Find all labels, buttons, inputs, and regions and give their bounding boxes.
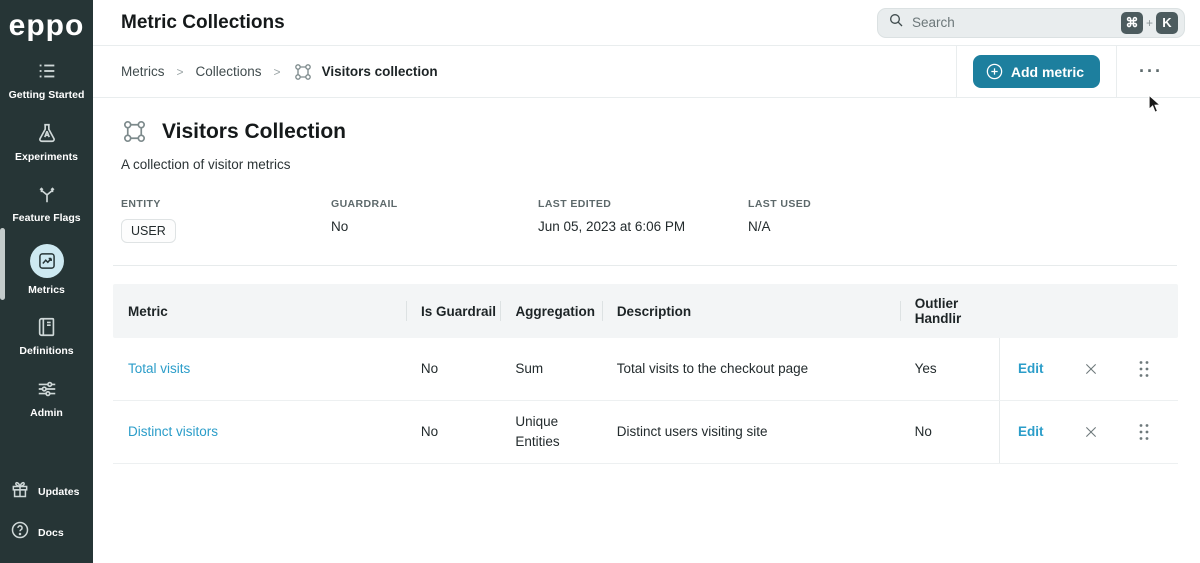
main-area: Metric Collections ⌘ + K Metrics > Colle… — [93, 0, 1200, 563]
column-header-actions — [999, 284, 1178, 338]
sidebar-item-label: Updates — [38, 486, 79, 498]
breadcrumb-metrics[interactable]: Metrics — [121, 64, 165, 79]
sliders-icon — [35, 377, 59, 401]
row-actions: Edit — [999, 401, 1178, 463]
list-icon — [35, 59, 59, 83]
meta-label-last-used: LAST USED — [748, 198, 928, 210]
remove-button[interactable] — [1083, 361, 1099, 377]
meta-value-last-edited: Jun 05, 2023 at 6:06 PM — [538, 219, 748, 234]
divider — [113, 265, 1177, 266]
breadcrumb-current: Visitors collection — [293, 62, 438, 82]
sidebar-item-metrics[interactable]: Metrics — [0, 235, 93, 307]
drag-handle[interactable] — [1138, 423, 1150, 441]
sidebar-bottom: Updates Docs — [0, 471, 93, 563]
row-actions: Edit — [999, 338, 1178, 400]
sidebar-item-label: Metrics — [28, 285, 65, 297]
column-header-metric: Metric — [113, 284, 406, 338]
edit-button[interactable]: Edit — [1018, 422, 1044, 442]
sidebar-scroll-indicator — [0, 228, 5, 300]
question-circle-icon — [10, 520, 30, 545]
sidebar-item-experiments[interactable]: Experiments — [0, 112, 93, 174]
metric-link-distinct-visitors[interactable]: Distinct visitors — [128, 422, 218, 442]
column-header-outlier-handling: Outlier Handlir — [900, 284, 999, 338]
meta-label-last-edited: LAST EDITED — [538, 198, 748, 210]
entity-badge: USER — [121, 219, 176, 243]
sidebar-item-definitions[interactable]: Definitions — [0, 306, 93, 368]
sidebar-item-getting-started[interactable]: Getting Started — [0, 50, 93, 112]
collection-title: Visitors Collection — [162, 120, 346, 144]
meta-label-entity: ENTITY — [121, 198, 331, 210]
sidebar-item-label: Getting Started — [9, 90, 85, 102]
sidebar-item-label: Experiments — [15, 152, 78, 164]
sidebar: eppo Getting Started Experiments — [0, 0, 93, 563]
sidebar-item-updates[interactable]: Updates — [10, 471, 93, 512]
sidebar-item-label: Feature Flags — [12, 213, 80, 225]
collection-meta: ENTITY USER GUARDRAIL No LAST EDITED Jun… — [121, 198, 1185, 243]
cell-aggregation: Unique Entities — [500, 401, 601, 463]
search-icon — [888, 12, 904, 33]
edit-button[interactable]: Edit — [1018, 359, 1044, 379]
plus-circle-icon — [985, 62, 1004, 81]
branch-icon — [35, 182, 59, 206]
cell-aggregation: Sum — [500, 338, 601, 400]
sidebar-item-admin[interactable]: Admin — [0, 368, 93, 430]
search-box[interactable]: ⌘ + K — [877, 8, 1185, 38]
divider — [956, 46, 957, 98]
cell-description: Distinct users visiting site — [602, 401, 900, 463]
column-header-aggregation: Aggregation — [500, 284, 601, 338]
breadcrumb-bar: Metrics > Collections > Visitors collect… — [93, 46, 1200, 98]
column-header-description: Description — [602, 284, 900, 338]
metric-link-total-visits[interactable]: Total visits — [128, 359, 190, 379]
collection-icon — [121, 118, 148, 145]
drag-dots-icon — [1138, 360, 1150, 378]
collection-icon — [293, 62, 313, 82]
cell-is-guardrail: No — [406, 401, 500, 463]
k-key-badge: K — [1156, 12, 1178, 34]
search-input[interactable] — [912, 15, 1121, 30]
cmd-key-badge: ⌘ — [1121, 12, 1143, 34]
sidebar-nav: Getting Started Experiments Feature Flag… — [0, 50, 93, 429]
sidebar-item-label: Definitions — [19, 346, 73, 358]
collection-description: A collection of visitor metrics — [121, 157, 1185, 172]
shortcut-plus: + — [1146, 16, 1153, 30]
more-options-button[interactable]: ··· — [1117, 61, 1185, 82]
metrics-table: Metric Is Guardrail Aggregation Descript… — [113, 284, 1178, 464]
page-title: Metric Collections — [121, 12, 285, 34]
meta-label-guardrail: GUARDRAIL — [331, 198, 538, 210]
cell-outlier-handling: Yes — [900, 338, 999, 400]
eppo-logo[interactable]: eppo — [9, 4, 85, 48]
collection-detail: Visitors Collection A collection of visi… — [93, 98, 1200, 464]
sidebar-item-docs[interactable]: Docs — [10, 512, 93, 553]
cell-is-guardrail: No — [406, 338, 500, 400]
gift-icon — [10, 479, 30, 504]
drag-handle[interactable] — [1138, 360, 1150, 378]
breadcrumb-collections[interactable]: Collections — [196, 64, 262, 79]
sidebar-item-label: Docs — [38, 527, 64, 539]
active-item-highlight — [30, 244, 64, 278]
drag-dots-icon — [1138, 423, 1150, 441]
sidebar-item-feature-flags[interactable]: Feature Flags — [0, 173, 93, 235]
close-icon — [1083, 424, 1099, 440]
cell-outlier-handling: No — [900, 401, 999, 463]
close-icon — [1083, 361, 1099, 377]
breadcrumb-actions: Add metric ··· — [956, 46, 1185, 97]
flask-icon — [35, 121, 59, 145]
top-header: Metric Collections ⌘ + K — [93, 0, 1200, 46]
remove-button[interactable] — [1083, 424, 1099, 440]
table-row: Distinct visitors No Unique Entities Dis… — [113, 401, 1178, 464]
table-row: Total visits No Sum Total visits to the … — [113, 338, 1178, 401]
breadcrumb-separator: > — [274, 65, 281, 79]
book-icon — [35, 315, 59, 339]
meta-value-guardrail: No — [331, 219, 538, 234]
chart-icon — [37, 251, 57, 271]
breadcrumb-separator: > — [177, 65, 184, 79]
sidebar-item-label: Admin — [30, 408, 63, 420]
add-metric-button[interactable]: Add metric — [973, 55, 1100, 88]
column-header-is-guardrail: Is Guardrail — [406, 284, 500, 338]
meta-value-last-used: N/A — [748, 219, 928, 234]
cell-description: Total visits to the checkout page — [602, 338, 900, 400]
table-header-row: Metric Is Guardrail Aggregation Descript… — [113, 284, 1178, 338]
